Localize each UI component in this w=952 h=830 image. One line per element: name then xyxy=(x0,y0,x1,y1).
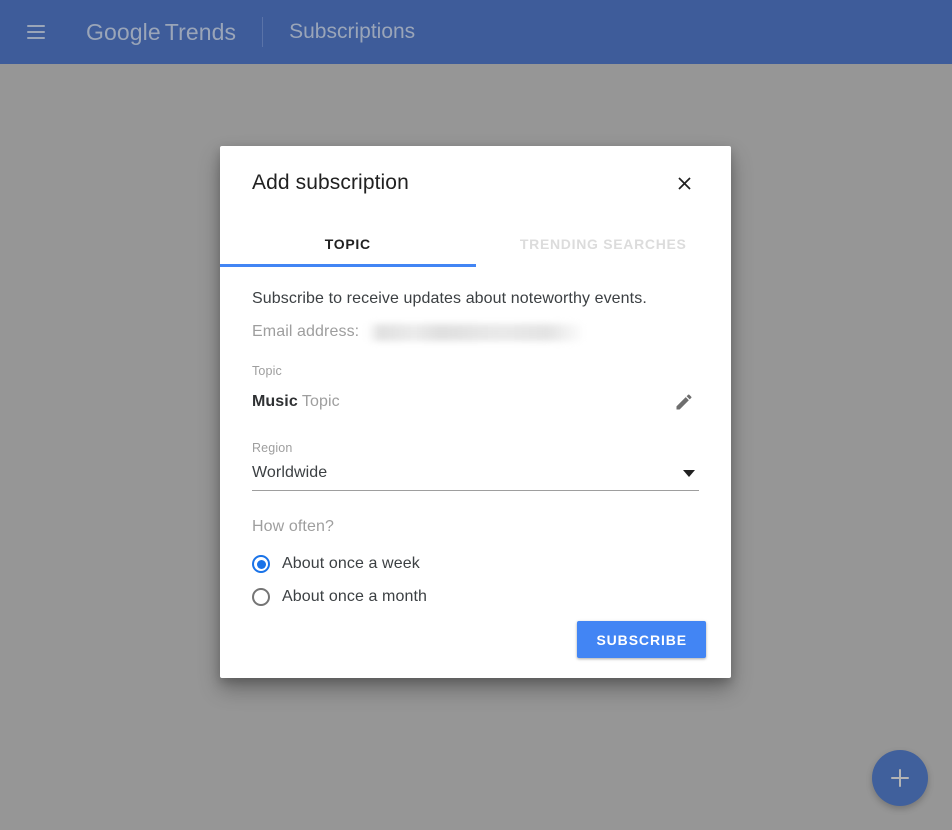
close-icon[interactable] xyxy=(667,166,701,200)
email-address-value-redacted xyxy=(367,323,583,341)
pencil-edit-icon[interactable] xyxy=(669,387,699,417)
tab-active-indicator xyxy=(220,264,476,267)
frequency-option-weekly-label: About once a week xyxy=(282,555,420,572)
hamburger-menu-icon[interactable] xyxy=(12,8,60,56)
subscribe-button[interactable]: SUBSCRIBE xyxy=(577,621,706,658)
topic-field-label: Topic xyxy=(252,364,282,378)
topic-name: Music xyxy=(252,393,298,410)
appbar-section-subscriptions[interactable]: Subscriptions xyxy=(289,20,415,44)
radio-button-weekly[interactable] xyxy=(252,555,270,573)
frequency-option-monthly-label: About once a month xyxy=(282,588,428,605)
brand-trends-text: Trends xyxy=(164,18,237,45)
region-field-label: Region xyxy=(252,441,293,455)
hamburger-bar xyxy=(27,37,45,39)
brand-logo[interactable]: Google Trends xyxy=(86,19,236,46)
radio-dot xyxy=(256,559,266,569)
tab-trending-searches[interactable]: TRENDING SEARCHES xyxy=(476,220,732,267)
frequency-option-monthly[interactable]: About once a month xyxy=(252,582,699,612)
region-select[interactable]: Worldwide xyxy=(252,464,699,491)
app-root: Google Trends Subscriptions Add subscript… xyxy=(0,0,952,830)
hamburger-bar xyxy=(27,31,45,33)
topic-field-row: Music Topic xyxy=(252,387,699,417)
dialog-header: Add subscription xyxy=(220,146,731,220)
region-selected-value: Worldwide xyxy=(252,464,328,481)
topic-value: Music Topic xyxy=(252,393,340,411)
frequency-label: How often? xyxy=(252,518,334,535)
brand-google-text: Google xyxy=(86,18,161,45)
appbar-divider xyxy=(262,17,264,47)
dialog-intro-text: Subscribe to receive updates about notew… xyxy=(252,290,647,307)
topic-kind: Topic xyxy=(301,393,340,410)
add-subscription-dialog: Add subscription TOPIC TRENDING SEARCHES… xyxy=(220,146,731,678)
radio-button-monthly[interactable] xyxy=(252,588,270,606)
chevron-down-icon xyxy=(683,469,695,477)
hamburger-bar xyxy=(27,25,45,27)
dialog-tabs: TOPIC TRENDING SEARCHES xyxy=(220,220,731,268)
dialog-body: Subscribe to receive updates about notew… xyxy=(220,268,731,612)
add-subscription-fab[interactable] xyxy=(872,750,928,806)
email-address-row: Email address: xyxy=(252,320,699,344)
frequency-option-weekly[interactable]: About once a week xyxy=(252,549,699,579)
dialog-title: Add subscription xyxy=(252,171,409,194)
dialog-actions: SUBSCRIBE xyxy=(577,621,706,658)
email-address-label: Email address: xyxy=(252,323,360,340)
plus-icon xyxy=(899,769,901,787)
tab-topic[interactable]: TOPIC xyxy=(220,220,476,267)
top-app-bar: Google Trends Subscriptions xyxy=(0,0,952,64)
